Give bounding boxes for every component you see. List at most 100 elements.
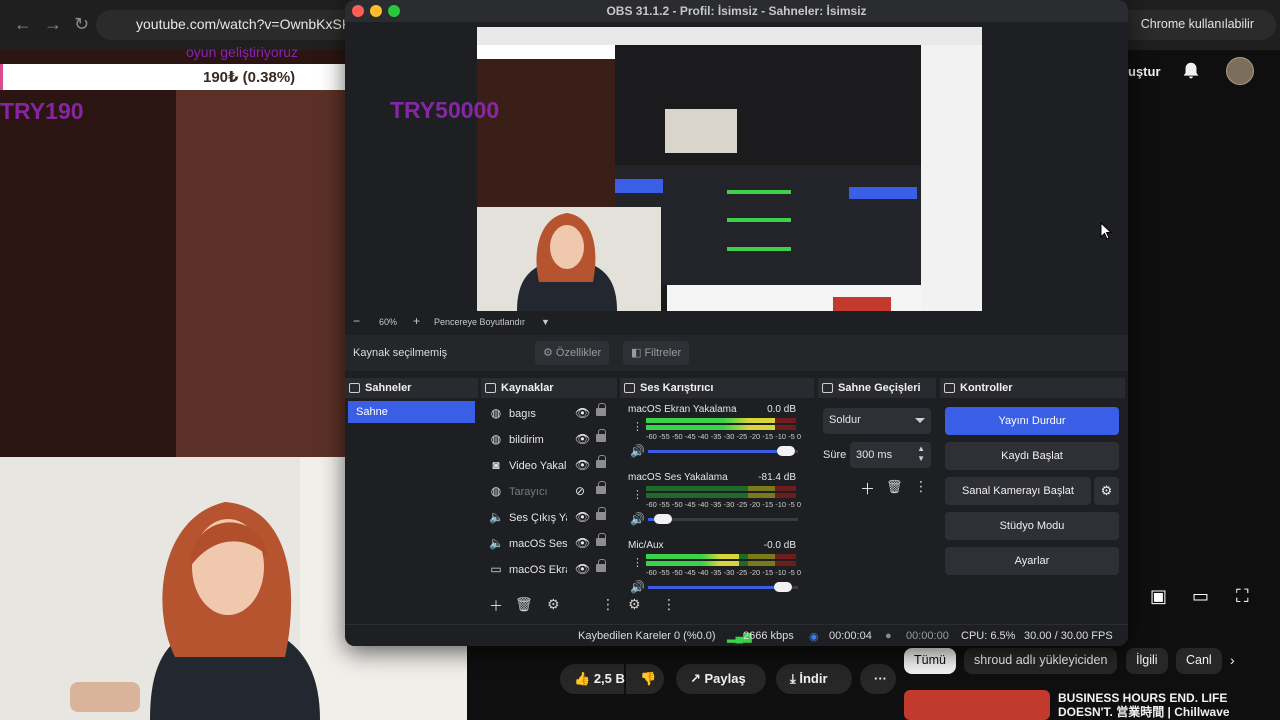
add-source-icon[interactable]: ＋ (489, 596, 503, 616)
settings-button[interactable]: Ayarlar (945, 547, 1119, 575)
duration-input[interactable]: 300 ms ▲ ▼ (850, 442, 931, 468)
source-item[interactable]: ▭ macOS Ekran Yakalama 👁 (489, 559, 614, 581)
lock-icon[interactable] (596, 559, 606, 572)
source-item[interactable]: ◍ Tarayıcı ⊘ (489, 481, 614, 503)
lock-icon[interactable] (596, 455, 606, 468)
source-more-icon[interactable]: ⋮ (601, 596, 615, 613)
virtual-camera-settings-icon[interactable]: ⚙ (1094, 477, 1119, 505)
source-item[interactable]: ◍ bagıs 👁 (489, 403, 614, 425)
source-item[interactable]: 🔈 macOS Ses Yakalama 👁 (489, 533, 614, 555)
source-item[interactable]: ◙ Video Yakalama 👁 (489, 455, 614, 477)
eye-icon[interactable]: 👁 (575, 406, 590, 420)
source-item[interactable]: 🔈 Ses Çıkış Yakalama 👁 (489, 507, 614, 529)
eye-icon[interactable]: 👁 (575, 458, 590, 472)
reload-icon[interactable]: ↻ (74, 14, 89, 35)
source-settings-icon[interactable]: ⚙ (547, 596, 560, 613)
properties-bar: Kaynak seçilmemiş ⚙ Özellikler ◧ Filtrel… (345, 335, 1128, 371)
channel-db: 0.0 dB (767, 404, 796, 415)
theater-icon[interactable]: ▭ (1192, 586, 1209, 607)
eye-icon[interactable]: 👁 (575, 432, 590, 446)
transition-select[interactable]: Soldur (823, 408, 931, 434)
mixer-channel: macOS Ses Yakalama -81.4 dB ⋮ -60 -55 -50 -… (626, 472, 808, 538)
source-item[interactable]: ◍ bildirim 👁 (489, 429, 614, 451)
scene-item[interactable]: Sahne (348, 401, 475, 423)
lock-icon[interactable] (596, 507, 606, 520)
channel-db: -0.0 dB (763, 540, 796, 551)
virtual-camera-button[interactable]: Sanal Kamerayı Başlat (945, 477, 1091, 505)
lock-icon[interactable] (596, 403, 606, 416)
stepper-icon[interactable]: ▲ ▼ (917, 444, 925, 464)
mixer-title: Ses Karıştırıcı (640, 382, 714, 394)
remove-source-icon[interactable]: 🗑 (515, 596, 533, 613)
scenes-dock-header: Sahneler (345, 378, 478, 398)
dislike-button[interactable]: 👎 (626, 664, 664, 694)
share-button[interactable]: ↗ Paylaş (676, 664, 766, 694)
studio-mode-button[interactable]: Stüdyo Modu (945, 512, 1119, 540)
source-name: bagıs (509, 408, 536, 420)
forward-icon[interactable]: → (44, 14, 62, 35)
chip-all[interactable]: Tümü (904, 648, 956, 674)
zoom-in-button[interactable]: + (413, 314, 420, 328)
miniplayer-icon[interactable]: ▣ (1150, 586, 1167, 607)
speaker-icon[interactable]: 🔊 (630, 512, 645, 526)
avatar[interactable] (1226, 57, 1254, 85)
dropped-frames: Kaybedilen Kareler 0 (%0.0) (578, 630, 716, 642)
chevron-down-icon[interactable]: ▼ (541, 317, 550, 327)
preview-area (345, 22, 1128, 314)
dock-icon (485, 383, 496, 393)
chip-uploader[interactable]: shroud adlı yükleyiciden (964, 648, 1118, 674)
bell-icon[interactable] (1180, 60, 1202, 82)
chip-related[interactable]: İlgili (1126, 648, 1168, 674)
download-button[interactable]: ⤓ İndir (776, 664, 852, 694)
eye-icon[interactable]: 👁 (575, 562, 590, 576)
channel-name: macOS Ekran Yakalama (628, 404, 737, 415)
video-actions: 👍 2,5 B 👎 ↗ Paylaş ⤓ İndir ··· (466, 660, 896, 700)
remove-transition-icon[interactable]: 🗑 (886, 479, 903, 495)
back-icon[interactable]: ← (14, 14, 32, 35)
stop-stream-button[interactable]: Yayını Durdur (945, 407, 1119, 435)
duration-label: Süre (823, 449, 847, 461)
eye-icon[interactable]: 👁 (575, 510, 590, 524)
audio-mixer-dock: Ses Karıştırıcı macOS Ekran Yakalama 0.0 … (620, 378, 814, 618)
mixer-more-icon[interactable]: ⋮ (662, 596, 676, 613)
channel-menu-icon[interactable]: ⋮ (632, 420, 643, 433)
transitions-title: Sahne Geçişleri (838, 382, 921, 394)
eye-off-icon[interactable]: ⊘ (575, 484, 585, 498)
transition-more-icon[interactable]: ⋮ (914, 478, 928, 495)
meter-scale: -60 -55 -50 -45 -40 -35 -30 -25 -20 -15 … (646, 432, 802, 441)
recommended-title[interactable]: BUSINESS HOURS END. LIFE DOESN'T. 営業時間 |… (1058, 691, 1238, 719)
like-button[interactable]: 👍 2,5 B (560, 664, 625, 694)
sources-dock: Kaynaklar ◍ bagıs 👁 ◍ bildirim 👁 ◙ Video Yakala… (481, 378, 617, 618)
zoom-out-button[interactable]: − (353, 314, 360, 328)
more-actions-button[interactable]: ··· (860, 664, 896, 694)
channel-menu-icon[interactable]: ⋮ (632, 556, 643, 569)
like-count: 2,5 B (593, 671, 625, 686)
mixer-channel: macOS Ekran Yakalama 0.0 dB ⋮ -60 -55 -50 -… (626, 404, 808, 470)
lock-icon[interactable] (596, 481, 606, 494)
fullscreen-icon[interactable]: ⛶ (1236, 586, 1249, 607)
create-button[interactable]: uştur (1128, 64, 1161, 79)
speaker-icon[interactable]: 🔊 (630, 444, 645, 458)
advanced-audio-icon[interactable]: ⚙ (628, 596, 641, 613)
channel-db: -81.4 dB (758, 472, 796, 483)
volume-slider[interactable] (648, 446, 798, 456)
lock-icon[interactable] (596, 533, 606, 546)
chip-live[interactable]: Canl (1176, 648, 1222, 674)
eye-icon[interactable]: 👁 (575, 536, 590, 550)
fit-to-window-button[interactable]: Pencereye Boyutlandır (434, 317, 525, 327)
program-preview[interactable] (477, 27, 982, 311)
filters-button[interactable]: ◧ Filtreler (623, 341, 690, 365)
recommended-thumbnail[interactable] (904, 690, 1050, 720)
stream-time: 00:00:04 (829, 630, 872, 642)
volume-slider[interactable] (648, 514, 798, 524)
status-bar: Kaybedilen Kareler 0 (%0.0) ▂▄▆ 2666 kbp… (345, 624, 1128, 646)
zoom-level: 60% (379, 317, 398, 327)
chevron-right-icon[interactable]: › (1230, 652, 1235, 668)
channel-menu-icon[interactable]: ⋮ (632, 488, 643, 501)
add-transition-icon[interactable]: ＋ (860, 478, 875, 499)
start-recording-button[interactable]: Kaydı Başlat (945, 442, 1119, 470)
chrome-notice[interactable]: Chrome kullanılabilir (1141, 17, 1254, 31)
properties-button[interactable]: ⚙ Özellikler (535, 341, 610, 365)
volume-slider[interactable] (648, 582, 798, 592)
lock-icon[interactable] (596, 429, 606, 442)
